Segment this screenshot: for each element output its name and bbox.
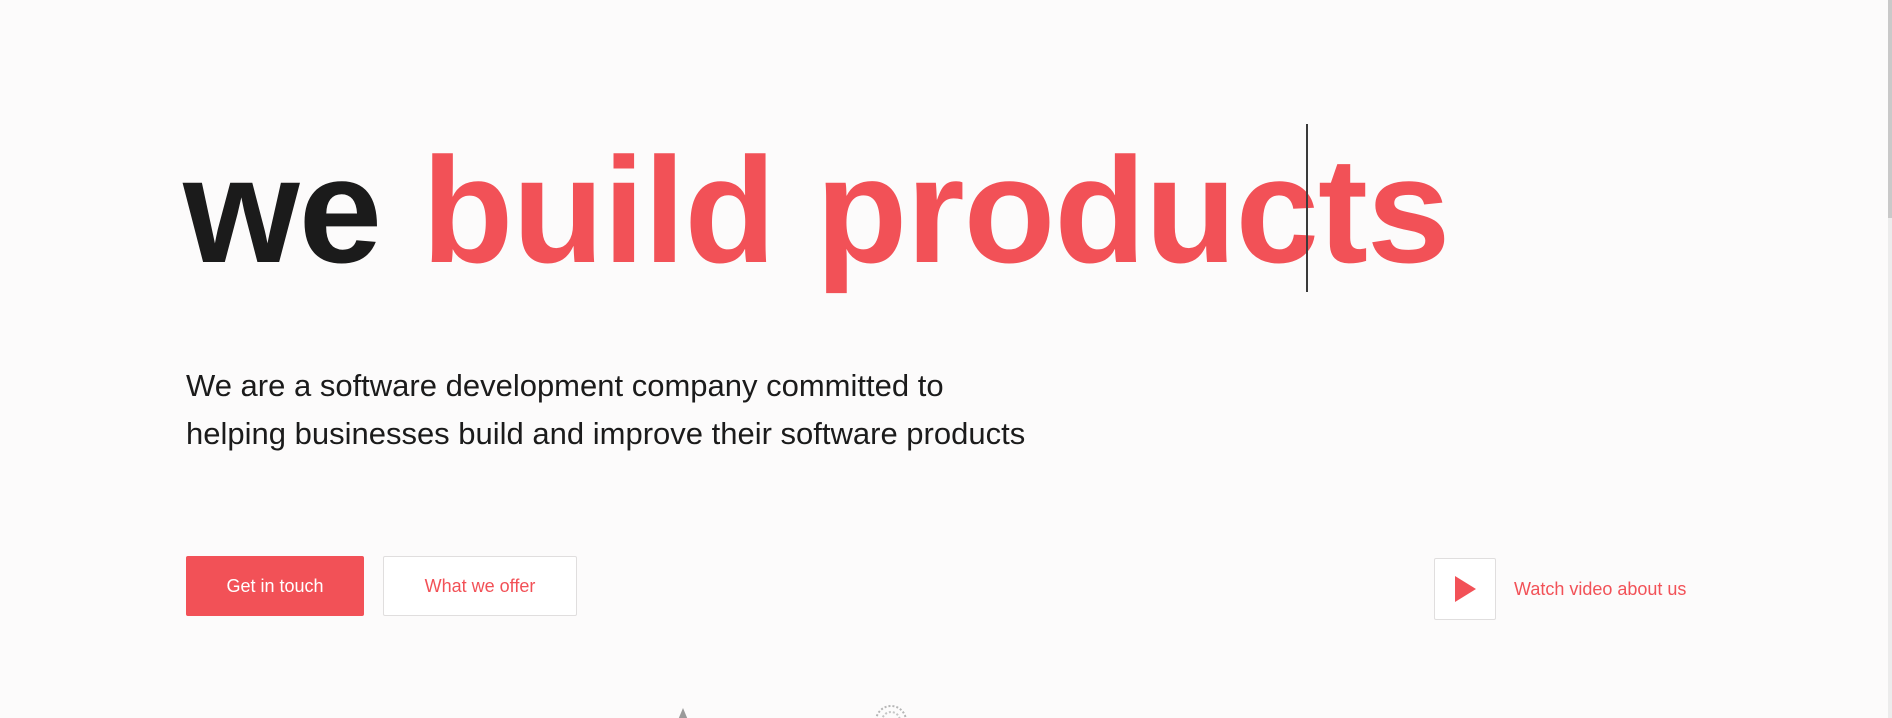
scrollbar-thumb[interactable] xyxy=(1888,0,1892,218)
hero-description: We are a software development company co… xyxy=(186,368,1026,451)
play-button[interactable] xyxy=(1434,558,1496,620)
client-logo-globe-partial xyxy=(875,705,907,718)
watch-video-label: Watch video about us xyxy=(1514,578,1687,599)
page: we build products We are a software deve… xyxy=(0,0,1892,718)
hero-title-accent: build products xyxy=(421,126,1451,294)
hero-title-prefix: we xyxy=(183,126,422,294)
play-icon xyxy=(1455,576,1476,602)
typing-caret xyxy=(1306,124,1308,292)
what-we-offer-button[interactable]: What we offer xyxy=(383,556,577,616)
client-logo-partial xyxy=(678,708,688,718)
get-in-touch-button[interactable]: Get in touch xyxy=(186,556,364,616)
hero-title: we build products xyxy=(183,120,1451,300)
watch-video-link[interactable]: Watch video about us xyxy=(1434,558,1686,620)
scrollbar[interactable] xyxy=(1888,0,1892,718)
